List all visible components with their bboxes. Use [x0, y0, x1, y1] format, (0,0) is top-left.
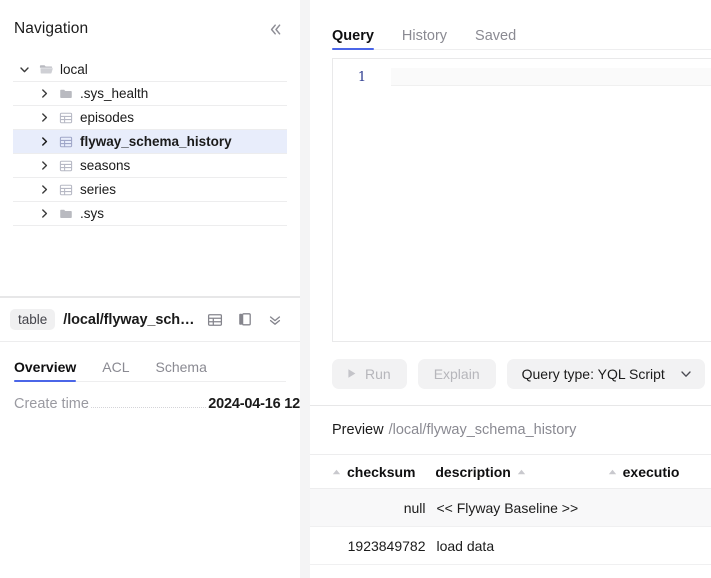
chevrons-left-icon[interactable] — [264, 18, 286, 40]
table-icon — [55, 159, 77, 173]
overview-body: Create time 2024-04-16 12 — [0, 382, 300, 412]
tree-item-label: episodes — [77, 110, 134, 125]
query-toolbar: Run Explain Query type: YQL Script — [310, 342, 711, 405]
line-number: 1 — [333, 70, 391, 85]
object-header: table /local/flyway_sch… — [0, 298, 300, 342]
chevron-down-icon[interactable] — [13, 63, 35, 76]
play-icon — [345, 367, 358, 380]
tree-item-sys-health[interactable]: .sys_health — [13, 82, 287, 106]
query-panel: Query History Saved 1 — [310, 0, 711, 405]
explain-button[interactable]: Explain — [418, 359, 496, 389]
folder-open-icon — [35, 62, 57, 77]
tree-item-label: flyway_schema_history — [77, 134, 232, 149]
navigation-panel: Navigation — [0, 0, 300, 297]
query-type-label: Query type: YQL Script — [522, 366, 665, 382]
navigation-tree: local .sys_health — [0, 58, 300, 226]
sort-asc-icon — [517, 469, 526, 475]
run-button-label: Run — [365, 366, 391, 382]
tree-item-seasons[interactable]: seasons — [13, 154, 287, 178]
tab-saved[interactable]: Saved — [475, 28, 516, 58]
table-icon[interactable] — [206, 311, 224, 329]
tree-item-label: series — [77, 182, 116, 197]
tree-item-label: local — [57, 62, 88, 77]
object-path: /local/flyway_sch… — [63, 312, 194, 328]
tree-item-label: .sys_health — [77, 86, 148, 101]
tree-item-label: .sys — [77, 206, 104, 221]
table-row[interactable]: 1923849782 load data — [310, 527, 711, 565]
editor-gutter: 1 — [333, 59, 391, 341]
navigation-title: Navigation — [14, 20, 88, 38]
query-tabs: Query History Saved — [310, 0, 711, 58]
cell-description: << Flyway Baseline >> — [437, 500, 609, 516]
chevron-right-icon[interactable] — [33, 111, 55, 124]
preview-table: checksum description executio — [310, 455, 711, 565]
editor-text-area[interactable] — [391, 59, 711, 341]
preview-path: /local/flyway_schema_history — [384, 422, 577, 438]
chevron-right-icon[interactable] — [33, 183, 55, 196]
tab-schema[interactable]: Schema — [156, 359, 207, 382]
sort-asc-icon — [332, 469, 341, 475]
overview-value: 2024-04-16 12 — [208, 396, 300, 412]
query-editor[interactable]: 1 — [332, 58, 711, 342]
column-header-label: checksum — [347, 464, 415, 480]
table-icon — [55, 111, 77, 125]
preview-label: Preview — [332, 422, 384, 438]
column-header-description[interactable]: description — [435, 464, 607, 480]
table-icon — [55, 183, 77, 197]
tab-query[interactable]: Query — [332, 28, 374, 58]
chevron-down-icon — [679, 367, 693, 381]
column-header-checksum[interactable]: checksum — [332, 464, 435, 480]
chevron-right-icon[interactable] — [33, 207, 55, 220]
column-header-label: executio — [623, 464, 680, 480]
folder-icon — [55, 207, 77, 221]
chevron-right-icon[interactable] — [33, 135, 55, 148]
tree-item-episodes[interactable]: episodes — [13, 106, 287, 130]
table-icon — [55, 135, 77, 149]
preview-panel: Preview /local/flyway_schema_history che… — [310, 405, 711, 578]
tree-item-local[interactable]: local — [13, 58, 287, 82]
preview-header: Preview /local/flyway_schema_history — [310, 406, 711, 455]
object-detail-panel: table /local/flyway_sch… — [0, 297, 300, 578]
navigation-header: Navigation — [0, 0, 300, 58]
tab-acl[interactable]: ACL — [102, 359, 129, 382]
explain-button-label: Explain — [434, 366, 480, 382]
right-column: Query History Saved 1 — [310, 0, 711, 578]
overview-key: Create time — [14, 396, 89, 412]
tree-item-label: seasons — [77, 158, 130, 173]
object-tabs: Overview ACL Schema — [0, 342, 300, 382]
tree-item-flyway-schema-history[interactable]: flyway_schema_history — [13, 130, 287, 154]
cell-checksum: 1923849782 — [332, 538, 437, 554]
tab-overview[interactable]: Overview — [14, 359, 76, 382]
folder-icon — [55, 87, 77, 101]
left-column: Navigation — [0, 0, 300, 578]
object-header-actions — [206, 311, 284, 329]
editor-active-line — [391, 68, 711, 86]
tree-item-series[interactable]: series — [13, 178, 287, 202]
app-root: Navigation — [0, 0, 711, 578]
query-type-select[interactable]: Query type: YQL Script — [507, 359, 705, 389]
sort-asc-icon — [608, 469, 617, 475]
cell-checksum: null — [332, 500, 437, 516]
column-header-label: description — [435, 464, 510, 480]
tree-item-sys[interactable]: .sys — [13, 202, 287, 226]
cell-description: load data — [437, 538, 609, 554]
object-type-badge: table — [10, 309, 55, 331]
chevrons-down-icon[interactable] — [266, 311, 284, 329]
overview-row-create-time: Create time 2024-04-16 12 — [14, 396, 300, 412]
column-header-execution[interactable]: executio — [608, 464, 711, 480]
preview-table-header: checksum description executio — [310, 455, 711, 489]
tab-history[interactable]: History — [402, 28, 447, 58]
chevron-right-icon[interactable] — [33, 159, 55, 172]
run-button[interactable]: Run — [332, 359, 407, 389]
table-row[interactable]: null << Flyway Baseline >> — [310, 489, 711, 527]
chevron-right-icon[interactable] — [33, 87, 55, 100]
leader-dots — [91, 398, 206, 408]
copy-icon[interactable] — [236, 311, 254, 329]
